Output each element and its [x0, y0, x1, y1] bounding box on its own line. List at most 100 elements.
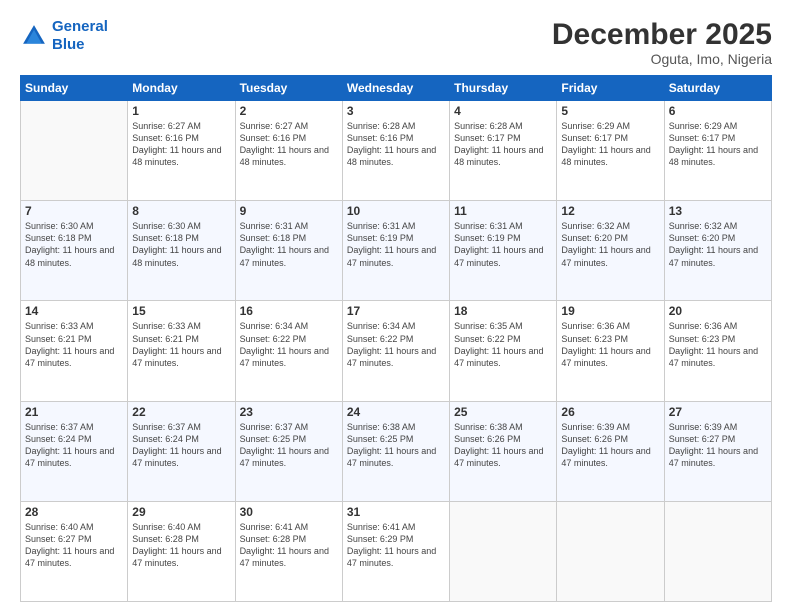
day-info: Sunrise: 6:28 AM Sunset: 6:17 PM Dayligh… — [454, 120, 552, 169]
day-number: 16 — [240, 304, 338, 318]
table-row: 18 Sunrise: 6:35 AM Sunset: 6:22 PM Dayli… — [450, 301, 557, 401]
table-row: 7Sunrise: 6:30 AM Sunset: 6:18 PM Daylig… — [21, 201, 128, 301]
day-info: Sunrise: 6:40 AM Sunset: 6:27 PM Dayligh… — [25, 521, 123, 570]
day-number: 12 — [561, 204, 659, 218]
day-info: Sunrise: 6:28 AM Sunset: 6:16 PM Dayligh… — [347, 120, 445, 169]
table-row: 11Sunrise: 6:31 AM Sunset: 6:19 PM Dayli… — [450, 201, 557, 301]
table-row: 23 Sunrise: 6:37 AM Sunset: 6:25 PM Dayli… — [235, 401, 342, 501]
table-row: 5 Sunrise: 6:29 AM Sunset: 6:17 PM Daylig… — [557, 101, 664, 201]
table-row: 8 Sunrise: 6:30 AM Sunset: 6:18 PM Daylig… — [128, 201, 235, 301]
day-info: Sunrise: 6:40 AM Sunset: 6:28 PM Dayligh… — [132, 521, 230, 570]
day-number: 26 — [561, 405, 659, 419]
logo: General Blue — [20, 18, 108, 54]
day-info: Sunrise: 6:31 AM Sunset: 6:18 PM Dayligh… — [240, 220, 338, 269]
day-info: Sunrise: 6:37 AM Sunset: 6:24 PM Dayligh… — [132, 421, 230, 470]
header-monday: Monday — [128, 76, 235, 101]
table-row: 30 Sunrise: 6:41 AM Sunset: 6:28 PM Dayli… — [235, 501, 342, 601]
day-info: Sunrise: 6:33 AM Sunset: 6:21 PM Dayligh… — [132, 320, 230, 369]
day-number: 5 — [561, 104, 659, 118]
day-number: 31 — [347, 505, 445, 519]
day-number: 24 — [347, 405, 445, 419]
day-number: 8 — [132, 204, 230, 218]
calendar-header-row: Sunday Monday Tuesday Wednesday Thursday… — [21, 76, 772, 101]
calendar-week-row: 1 Sunrise: 6:27 AM Sunset: 6:16 PM Daylig… — [21, 101, 772, 201]
title-block: December 2025 Oguta, Imo, Nigeria — [552, 18, 772, 67]
day-info: Sunrise: 6:41 AM Sunset: 6:28 PM Dayligh… — [240, 521, 338, 570]
table-row: 20Sunrise: 6:36 AM Sunset: 6:23 PM Dayli… — [664, 301, 771, 401]
table-row: 28 Sunrise: 6:40 AM Sunset: 6:27 PM Dayli… — [21, 501, 128, 601]
day-info: Sunrise: 6:35 AM Sunset: 6:22 PM Dayligh… — [454, 320, 552, 369]
header-saturday: Saturday — [664, 76, 771, 101]
day-info: Sunrise: 6:37 AM Sunset: 6:24 PM Dayligh… — [25, 421, 123, 470]
header-sunday: Sunday — [21, 76, 128, 101]
day-number: 6 — [669, 104, 767, 118]
day-number: 23 — [240, 405, 338, 419]
header-friday: Friday — [557, 76, 664, 101]
page: General Blue December 2025 Oguta, Imo, N… — [0, 0, 792, 612]
day-number: 1 — [132, 104, 230, 118]
day-info: Sunrise: 6:34 AM Sunset: 6:22 PM Dayligh… — [240, 320, 338, 369]
table-row: 22Sunrise: 6:37 AM Sunset: 6:24 PM Dayli… — [128, 401, 235, 501]
day-number: 21 — [25, 405, 123, 419]
calendar-week-row: 21 Sunrise: 6:37 AM Sunset: 6:24 PM Dayli… — [21, 401, 772, 501]
day-number: 29 — [132, 505, 230, 519]
day-info: Sunrise: 6:32 AM Sunset: 6:20 PM Dayligh… — [669, 220, 767, 269]
day-number: 30 — [240, 505, 338, 519]
day-info: Sunrise: 6:36 AM Sunset: 6:23 PM Dayligh… — [561, 320, 659, 369]
day-info: Sunrise: 6:37 AM Sunset: 6:25 PM Dayligh… — [240, 421, 338, 470]
day-number: 13 — [669, 204, 767, 218]
day-info: Sunrise: 6:38 AM Sunset: 6:26 PM Dayligh… — [454, 421, 552, 470]
table-row: 29 Sunrise: 6:40 AM Sunset: 6:28 PM Dayli… — [128, 501, 235, 601]
day-number: 2 — [240, 104, 338, 118]
calendar-title: December 2025 — [552, 18, 772, 51]
table-row: 21 Sunrise: 6:37 AM Sunset: 6:24 PM Dayli… — [21, 401, 128, 501]
calendar-subtitle: Oguta, Imo, Nigeria — [552, 51, 772, 67]
day-number: 18 — [454, 304, 552, 318]
day-number: 17 — [347, 304, 445, 318]
header-tuesday: Tuesday — [235, 76, 342, 101]
logo-text: General Blue — [52, 18, 108, 54]
table-row: 9 Sunrise: 6:31 AM Sunset: 6:18 PM Daylig… — [235, 201, 342, 301]
day-number: 4 — [454, 104, 552, 118]
day-number: 10 — [347, 204, 445, 218]
table-row: 10 Sunrise: 6:31 AM Sunset: 6:19 PM Dayli… — [342, 201, 449, 301]
day-info: Sunrise: 6:39 AM Sunset: 6:26 PM Dayligh… — [561, 421, 659, 470]
day-number: 25 — [454, 405, 552, 419]
day-info: Sunrise: 6:29 AM Sunset: 6:17 PM Dayligh… — [561, 120, 659, 169]
day-number: 28 — [25, 505, 123, 519]
header: General Blue December 2025 Oguta, Imo, N… — [20, 18, 772, 67]
calendar-table: Sunday Monday Tuesday Wednesday Thursday… — [20, 75, 772, 602]
day-number: 19 — [561, 304, 659, 318]
day-info: Sunrise: 6:36 AM Sunset: 6:23 PM Dayligh… — [669, 320, 767, 369]
table-row: 26 Sunrise: 6:39 AM Sunset: 6:26 PM Dayli… — [557, 401, 664, 501]
table-row — [557, 501, 664, 601]
table-row: 15 Sunrise: 6:33 AM Sunset: 6:21 PM Dayli… — [128, 301, 235, 401]
day-info: Sunrise: 6:27 AM Sunset: 6:16 PM Dayligh… — [240, 120, 338, 169]
day-number: 27 — [669, 405, 767, 419]
calendar-week-row: 28 Sunrise: 6:40 AM Sunset: 6:27 PM Dayli… — [21, 501, 772, 601]
table-row — [664, 501, 771, 601]
table-row: 17 Sunrise: 6:34 AM Sunset: 6:22 PM Dayli… — [342, 301, 449, 401]
day-info: Sunrise: 6:31 AM Sunset: 6:19 PM Dayligh… — [347, 220, 445, 269]
day-number: 9 — [240, 204, 338, 218]
table-row: 12Sunrise: 6:32 AM Sunset: 6:20 PM Dayli… — [557, 201, 664, 301]
table-row — [21, 101, 128, 201]
day-info: Sunrise: 6:30 AM Sunset: 6:18 PM Dayligh… — [132, 220, 230, 269]
table-row: 16 Sunrise: 6:34 AM Sunset: 6:22 PM Dayli… — [235, 301, 342, 401]
table-row: 13 Sunrise: 6:32 AM Sunset: 6:20 PM Dayli… — [664, 201, 771, 301]
table-row: 1Sunrise: 6:27 AM Sunset: 6:16 PM Daylig… — [128, 101, 235, 201]
table-row: 2 Sunrise: 6:27 AM Sunset: 6:16 PM Daylig… — [235, 101, 342, 201]
header-wednesday: Wednesday — [342, 76, 449, 101]
table-row: 27 Sunrise: 6:39 AM Sunset: 6:27 PM Dayli… — [664, 401, 771, 501]
table-row: 31Sunrise: 6:41 AM Sunset: 6:29 PM Dayli… — [342, 501, 449, 601]
day-number: 3 — [347, 104, 445, 118]
calendar-week-row: 14Sunrise: 6:33 AM Sunset: 6:21 PM Dayli… — [21, 301, 772, 401]
day-info: Sunrise: 6:38 AM Sunset: 6:25 PM Dayligh… — [347, 421, 445, 470]
day-info: Sunrise: 6:30 AM Sunset: 6:18 PM Dayligh… — [25, 220, 123, 269]
table-row: 14Sunrise: 6:33 AM Sunset: 6:21 PM Dayli… — [21, 301, 128, 401]
day-info: Sunrise: 6:39 AM Sunset: 6:27 PM Dayligh… — [669, 421, 767, 470]
day-number: 15 — [132, 304, 230, 318]
day-info: Sunrise: 6:29 AM Sunset: 6:17 PM Dayligh… — [669, 120, 767, 169]
day-info: Sunrise: 6:31 AM Sunset: 6:19 PM Dayligh… — [454, 220, 552, 269]
day-info: Sunrise: 6:34 AM Sunset: 6:22 PM Dayligh… — [347, 320, 445, 369]
